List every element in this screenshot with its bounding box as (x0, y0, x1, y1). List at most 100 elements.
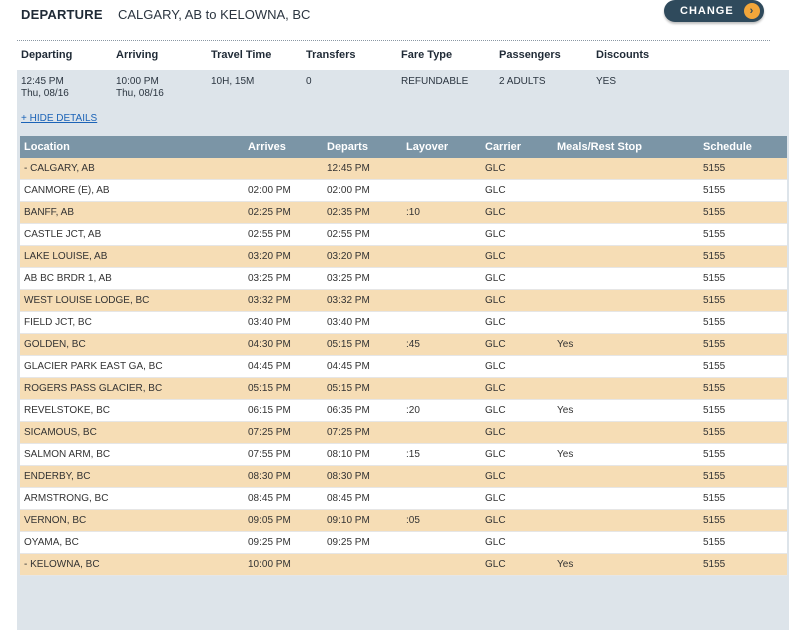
cell-meals (557, 377, 703, 400)
cell-arrives: 08:45 PM (248, 487, 327, 510)
cell-departs: 07:25 PM (327, 421, 406, 444)
arriving-time: 10:00 PM (116, 76, 159, 87)
cell-meals: Yes (557, 399, 703, 422)
cell-meals (557, 421, 703, 444)
cell-schedule: 5155 (703, 333, 787, 356)
cell-departs: 08:10 PM (327, 443, 406, 466)
cell-carrier: GLC (485, 399, 557, 422)
cell-arrives: 09:05 PM (248, 509, 327, 532)
column-header-arrives: Arrives (248, 136, 327, 158)
column-header-schedule: Schedule (703, 136, 787, 158)
cell-arrives: 05:15 PM (248, 377, 327, 400)
cell-schedule: 5155 (703, 223, 787, 246)
passengers-value: 2 ADULTS (499, 76, 546, 87)
cell-arrives: 03:25 PM (248, 267, 327, 290)
cell-arrives: 02:55 PM (248, 223, 327, 246)
cell-location: - KELOWNA, BC (20, 553, 248, 576)
schedule-table: Location Arrives Departs Layover Carrier… (20, 136, 787, 576)
cell-carrier: GLC (485, 158, 557, 180)
cell-layover (406, 223, 485, 246)
cell-carrier: GLC (485, 421, 557, 444)
table-row: - KELOWNA, BC 10:00 PM GLC Yes 5155 (20, 553, 787, 576)
cell-departs: 02:00 PM (327, 179, 406, 202)
table-row: BANFF, AB 02:25 PM 02:35 PM:10 GLC 5155 (20, 201, 787, 224)
cell-meals (557, 465, 703, 488)
departing-header: Departing (21, 49, 73, 61)
departure-header: DEPARTURE CALGARY, AB to KELOWNA, BC CHA… (21, 0, 781, 28)
cell-location: WEST LOUISE LODGE, BC (20, 289, 248, 312)
cell-location: OYAMA, BC (20, 531, 248, 554)
cell-location: SICAMOUS, BC (20, 421, 248, 444)
column-header-carrier: Carrier (485, 136, 557, 158)
departing-date: Thu, 08/16 (21, 88, 69, 99)
cell-departs: 08:45 PM (327, 487, 406, 510)
cell-departs: 02:35 PM (327, 201, 406, 224)
cell-schedule: 5155 (703, 267, 787, 290)
cell-location: - CALGARY, AB (20, 158, 248, 180)
change-button[interactable]: CHANGE › (664, 0, 764, 22)
cell-layover (406, 377, 485, 400)
route-text: CALGARY, AB to KELOWNA, BC (118, 7, 311, 22)
cell-layover (406, 553, 485, 576)
table-row: CASTLE JCT, AB 02:55 PM 02:55 PM GLC 5155 (20, 223, 787, 246)
cell-schedule: 5155 (703, 509, 787, 532)
discounts-value: YES (596, 76, 617, 87)
table-row: GOLDEN, BC 04:30 PM 05:15 PM:45 GLC Yes 5155 (20, 333, 787, 356)
divider (17, 40, 770, 41)
cell-location: ROGERS PASS GLACIER, BC (20, 377, 248, 400)
cell-departs: 05:15 PM (327, 333, 406, 356)
cell-layover (406, 311, 485, 334)
cell-schedule: 5155 (703, 465, 787, 488)
arriving-date: Thu, 08/16 (116, 88, 164, 99)
cell-schedule: 5155 (703, 531, 787, 554)
cell-schedule: 5155 (703, 487, 787, 510)
cell-meals (557, 355, 703, 378)
cell-schedule: 5155 (703, 311, 787, 334)
fare-type-header: Fare Type (401, 49, 453, 61)
schedule-header-row: Location Arrives Departs Layover Carrier… (20, 136, 787, 158)
cell-arrives: 06:15 PM (248, 399, 327, 422)
cell-carrier: GLC (485, 223, 557, 246)
departing-time: 12:45 PM (21, 76, 64, 87)
cell-departs: 02:55 PM (327, 223, 406, 246)
cell-location: FIELD JCT, BC (20, 311, 248, 334)
table-row: WEST LOUISE LODGE, BC 03:32 PM 03:32 PM GLC… (20, 289, 787, 312)
cell-location: REVELSTOKE, BC (20, 399, 248, 422)
cell-location: ENDERBY, BC (20, 465, 248, 488)
cell-layover: :15 (406, 443, 485, 466)
cell-schedule: 5155 (703, 553, 787, 576)
cell-schedule: 5155 (703, 289, 787, 312)
cell-carrier: GLC (485, 333, 557, 356)
cell-carrier: GLC (485, 377, 557, 400)
cell-carrier: GLC (485, 289, 557, 312)
cell-location: ARMSTRONG, BC (20, 487, 248, 510)
cell-schedule: 5155 (703, 201, 787, 224)
trip-details-panel: 12:45 PM Thu, 08/16 10:00 PM Thu, 08/16 … (17, 70, 789, 630)
travel-time-header: Travel Time (211, 49, 272, 61)
table-row: CANMORE (E), AB 02:00 PM 02:00 PM GLC 5155 (20, 179, 787, 202)
cell-arrives: 03:32 PM (248, 289, 327, 312)
hide-details-link[interactable]: + HIDE DETAILS (21, 113, 97, 124)
table-row: FIELD JCT, BC 03:40 PM 03:40 PM GLC 5155 (20, 311, 787, 334)
table-row: AB BC BRDR 1, AB 03:25 PM 03:25 PM GLC 5155 (20, 267, 787, 290)
cell-arrives (248, 158, 327, 180)
cell-meals (557, 509, 703, 532)
cell-arrives: 07:55 PM (248, 443, 327, 466)
transfers-value: 0 (306, 76, 312, 87)
table-row: OYAMA, BC 09:25 PM 09:25 PM GLC 5155 (20, 531, 787, 554)
cell-schedule: 5155 (703, 355, 787, 378)
cell-departs: 12:45 PM (327, 158, 406, 180)
cell-arrives: 10:00 PM (248, 553, 327, 576)
change-button-label: CHANGE (680, 5, 734, 17)
cell-departs: 09:25 PM (327, 531, 406, 554)
cell-meals (557, 179, 703, 202)
cell-meals: Yes (557, 553, 703, 576)
cell-location: AB BC BRDR 1, AB (20, 267, 248, 290)
cell-schedule: 5155 (703, 179, 787, 202)
cell-departs: 04:45 PM (327, 355, 406, 378)
discounts-header: Discounts (596, 49, 650, 61)
cell-carrier: GLC (485, 201, 557, 224)
cell-location: GOLDEN, BC (20, 333, 248, 356)
cell-departs: 06:35 PM (327, 399, 406, 422)
cell-layover (406, 421, 485, 444)
